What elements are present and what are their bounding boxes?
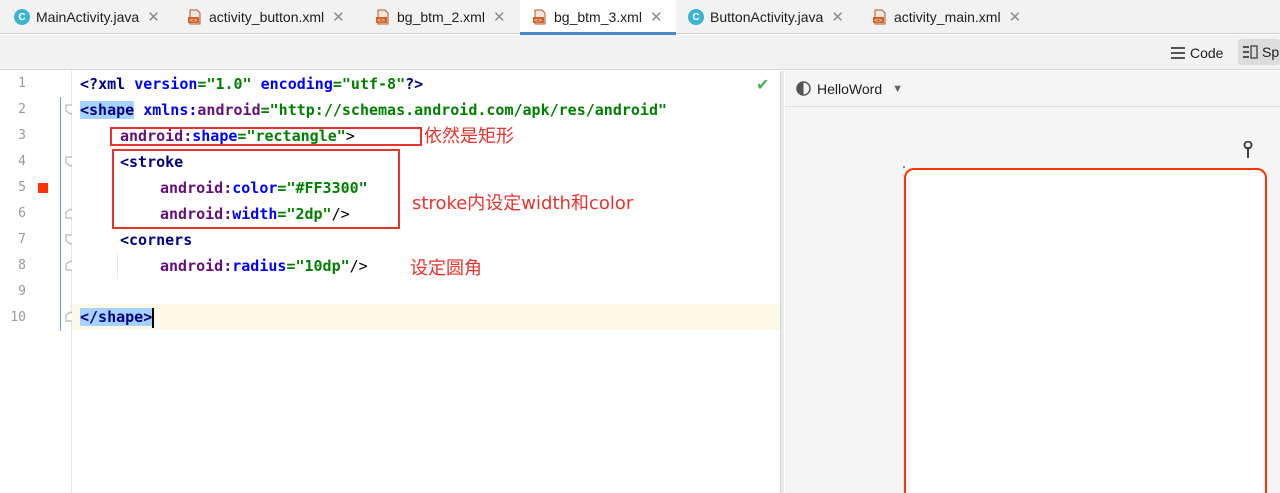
close-icon[interactable]: ✕ bbox=[332, 10, 345, 25]
indent-guide bbox=[60, 97, 61, 331]
xml-file-icon: <> bbox=[188, 9, 201, 25]
code-view-button[interactable]: Code bbox=[1170, 41, 1223, 65]
annotation-box-shape bbox=[110, 127, 422, 146]
tab-label: bg_btm_2.xml bbox=[397, 9, 485, 25]
close-icon[interactable]: ✕ bbox=[1009, 10, 1022, 25]
svg-text:<>: <> bbox=[534, 18, 542, 24]
code-line-2: <shape xmlns:android="http://schemas.and… bbox=[80, 101, 668, 119]
preview-pane: HelloWord ▼ bbox=[785, 71, 1280, 493]
close-icon[interactable]: ✕ bbox=[493, 10, 506, 25]
split-view-label: Sp bbox=[1262, 44, 1280, 60]
svg-text:<>: <> bbox=[189, 18, 197, 24]
current-line-highlight bbox=[72, 304, 780, 330]
code-editor[interactable]: ✔ <?xml version="1.0" encoding="utf-8"?>… bbox=[60, 71, 780, 493]
svg-text:<>: <> bbox=[377, 18, 385, 24]
tab-label: ButtonActivity.java bbox=[710, 9, 824, 25]
code-view-label: Code bbox=[1190, 45, 1224, 61]
theme-icon bbox=[796, 81, 811, 96]
code-line-10: </shape> bbox=[80, 307, 155, 328]
no-problems-check-icon[interactable]: ✔ bbox=[756, 75, 769, 95]
tab-main-activity-java[interactable]: C MainActivity.java ✕ bbox=[0, 0, 181, 34]
java-class-icon: C bbox=[688, 9, 704, 25]
close-icon[interactable]: ✕ bbox=[831, 10, 844, 25]
editor-toolbar: Code Sp bbox=[0, 35, 1280, 70]
split-view-icon bbox=[1243, 45, 1258, 59]
annotation-note-corners: 设定圆角 bbox=[410, 258, 482, 279]
line-number-gutter: 1 2 3 4 5 6 7 8 9 10 bbox=[0, 71, 76, 493]
line-number: 2 bbox=[18, 102, 26, 117]
line-number: 9 bbox=[18, 284, 26, 299]
code-lines-icon bbox=[1171, 47, 1185, 59]
tab-label: activity_button.xml bbox=[209, 9, 325, 25]
canvas-corner-marker bbox=[903, 166, 905, 168]
rendered-shape-preview bbox=[904, 168, 1267, 493]
preview-header: HelloWord ▼ bbox=[785, 71, 1280, 107]
close-icon[interactable]: ✕ bbox=[147, 10, 160, 25]
line-number: 10 bbox=[10, 310, 26, 325]
code-line-1: <?xml version="1.0" encoding="utf-8"?> bbox=[80, 75, 424, 93]
split-view-button[interactable]: Sp bbox=[1238, 39, 1280, 65]
text-caret bbox=[152, 307, 155, 328]
java-class-icon: C bbox=[14, 9, 30, 25]
line-number: 1 bbox=[18, 76, 26, 91]
tab-button-activity-java[interactable]: C ButtonActivity.java ✕ bbox=[676, 0, 858, 34]
line-number: 5 bbox=[18, 180, 26, 195]
line-number: 6 bbox=[18, 206, 26, 221]
code-line-7: <corners bbox=[120, 231, 193, 249]
tab-label: bg_btm_3.xml bbox=[554, 9, 642, 25]
close-icon[interactable]: ✕ bbox=[650, 10, 663, 25]
svg-text:<>: <> bbox=[874, 18, 882, 24]
tab-bg-btm-2-xml[interactable]: <> bg_btm_2.xml ✕ bbox=[370, 0, 520, 34]
indent-guide bbox=[117, 253, 118, 279]
annotation-note-stroke: stroke内设定width和color bbox=[412, 193, 634, 214]
xml-file-icon: <> bbox=[873, 9, 886, 25]
xml-file-icon: <> bbox=[376, 9, 389, 25]
xml-file-icon: <> bbox=[533, 9, 546, 25]
theme-selector[interactable]: HelloWord bbox=[817, 81, 882, 97]
tab-activity-main-xml[interactable]: <> activity_main.xml ✕ bbox=[858, 0, 1038, 34]
color-marker-icon[interactable] bbox=[38, 183, 48, 193]
tab-activity-button-xml[interactable]: <> activity_button.xml ✕ bbox=[181, 0, 370, 34]
tab-bg-btm-3-xml[interactable]: <> bg_btm_3.xml ✕ bbox=[520, 0, 676, 35]
line-number: 8 bbox=[18, 258, 26, 273]
annotation-note-rectangle: 依然是矩形 bbox=[424, 126, 514, 147]
code-line-8: android:radius="10dp"/> bbox=[160, 257, 368, 275]
line-number: 3 bbox=[18, 128, 26, 143]
annotation-box-stroke bbox=[112, 149, 400, 229]
editor-tab-bar: C MainActivity.java ✕ <> activity_button… bbox=[0, 0, 1280, 35]
line-number: 7 bbox=[18, 232, 26, 247]
tab-label: MainActivity.java bbox=[36, 9, 140, 25]
line-number: 4 bbox=[18, 154, 26, 169]
chevron-down-icon[interactable]: ▼ bbox=[892, 83, 903, 95]
wrench-icon[interactable] bbox=[1242, 141, 1254, 159]
split-divider[interactable] bbox=[780, 71, 784, 493]
tab-label: activity_main.xml bbox=[894, 9, 1001, 25]
